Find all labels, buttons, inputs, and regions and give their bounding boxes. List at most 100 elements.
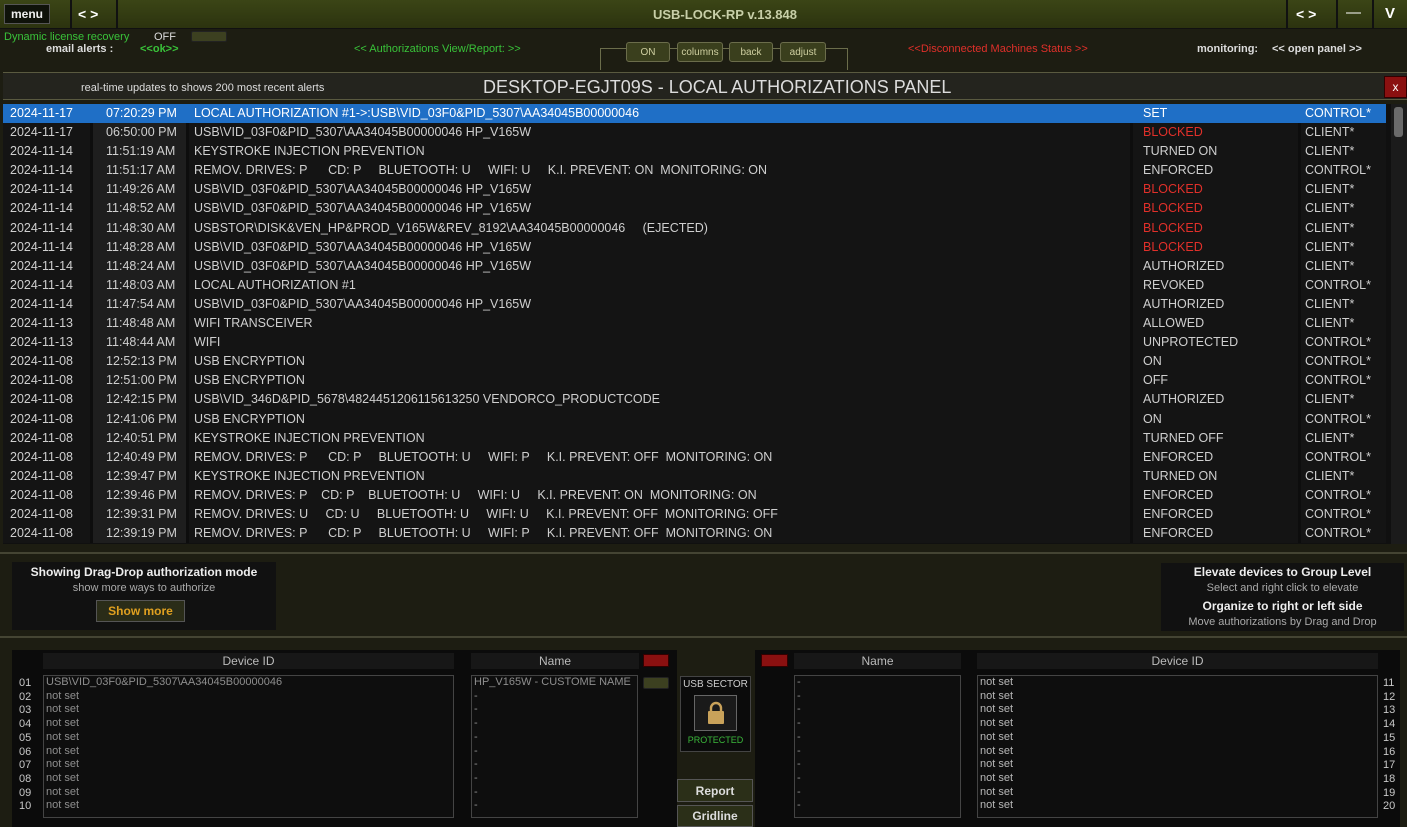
nav-left-arrows[interactable]: < > <box>78 6 98 22</box>
table-row[interactable]: 2024-11-08 12:39:47 PM KEYSTROKE INJECTION… <box>3 466 1391 486</box>
name-slot[interactable]: - <box>797 731 960 745</box>
menu-button[interactable]: menu <box>4 4 50 24</box>
name-slot[interactable]: - <box>797 758 960 772</box>
table-row[interactable]: 2024-11-14 11:49:26 AM USB\VID_03F0&PID_53… <box>3 180 1391 200</box>
panel-close-button[interactable]: x <box>1384 76 1407 98</box>
tab-columns[interactable]: columns <box>677 42 723 62</box>
nav-right-arrows[interactable]: < > <box>1296 6 1316 22</box>
license-recovery-toggle[interactable] <box>191 31 227 42</box>
name-slot[interactable]: - <box>797 717 960 731</box>
right-device-id-list[interactable]: not set not set not set not set not set not s… <box>977 675 1378 818</box>
name-slot[interactable]: - <box>474 799 637 813</box>
time-cell: 11:48:28 AM <box>90 237 189 257</box>
device-slot[interactable]: not set <box>980 703 1377 717</box>
device-slot[interactable]: not set <box>980 758 1377 772</box>
right-clear-button[interactable] <box>761 654 788 667</box>
name-slot[interactable]: - <box>474 703 637 717</box>
gridline-button[interactable]: Gridline <box>677 805 753 827</box>
name-slot[interactable]: - <box>474 786 637 800</box>
table-row[interactable]: 2024-11-08 12:42:15 PM USB\VID_346D&PID_56… <box>3 390 1391 410</box>
device-slot[interactable]: USB\VID_03F0&PID_5307\AA34045B00000046 <box>46 676 453 690</box>
left-name-list[interactable]: HP_V165W - CUSTOME NAME - - - - - - - - - <box>471 675 638 818</box>
alerts-scrollbar[interactable] <box>1391 104 1407 544</box>
tab-adjust[interactable]: adjust <box>780 42 826 62</box>
table-row[interactable]: 2024-11-14 11:48:28 AM USB\VID_03F0&PID_53… <box>3 237 1391 257</box>
table-row[interactable]: 2024-11-13 11:48:48 AM WIFI TRANSCEIVER ALL… <box>3 314 1391 334</box>
device-slot[interactable]: not set <box>46 731 453 745</box>
scrollbar-thumb[interactable] <box>1394 107 1403 137</box>
device-slot[interactable]: not set <box>980 717 1377 731</box>
name-slot[interactable]: - <box>797 690 960 704</box>
table-row[interactable]: 2024-11-08 12:39:31 PM REMOV. DRIVES: U CD… <box>3 504 1391 525</box>
table-row[interactable]: 2024-11-08 12:52:13 PM USB ENCRYPTION ON CON… <box>3 352 1391 372</box>
device-slot[interactable]: not set <box>46 745 453 759</box>
name-slot[interactable]: - <box>797 786 960 800</box>
name-slot[interactable]: - <box>797 772 960 786</box>
name-slot[interactable]: - <box>797 703 960 717</box>
name-slot[interactable]: - <box>797 676 960 690</box>
date-cell: 2024-11-08 <box>3 352 90 372</box>
table-row[interactable]: 2024-11-14 11:47:54 AM USB\VID_03F0&PID_53… <box>3 294 1391 315</box>
device-slot[interactable]: not set <box>46 758 453 772</box>
table-row[interactable]: 2024-11-14 11:48:03 AM LOCAL AUTHORIZATION… <box>3 275 1391 295</box>
status-cell: SET <box>1130 104 1301 124</box>
dragdrop-subtitle: show more ways to authorize <box>72 582 216 594</box>
disconnected-machines-link[interactable]: <<Disconnected Machines Status >> <box>908 43 1088 55</box>
table-row[interactable]: 2024-11-08 12:51:00 PM USB ENCRYPTION OFF CO… <box>3 371 1391 391</box>
tab-on[interactable]: ON <box>626 42 670 62</box>
table-row[interactable]: 2024-11-14 11:48:30 AM USBSTOR\DISK&VEN_HP… <box>3 218 1391 238</box>
table-row[interactable]: 2024-11-13 11:48:44 AM WIFI UNPROTECTED CONT… <box>3 333 1391 353</box>
table-row[interactable]: 2024-11-14 11:48:52 AM USB\VID_03F0&PID_53… <box>3 199 1391 219</box>
name-slot[interactable]: - <box>474 731 637 745</box>
table-row[interactable]: 2024-11-08 12:39:46 PM REMOV. DRIVES: P CD… <box>3 485 1391 505</box>
device-slot[interactable]: not set <box>46 690 453 704</box>
device-slot[interactable]: not set <box>980 799 1377 813</box>
name-slot[interactable]: - <box>474 717 637 731</box>
device-slot[interactable]: not set <box>980 772 1377 786</box>
right-name-list[interactable]: ---------- <box>794 675 961 818</box>
device-slot[interactable]: not set <box>46 786 453 800</box>
device-slot[interactable]: not set <box>980 690 1377 704</box>
table-row[interactable]: 2024-11-17 07:20:29 PM LOCAL AUTHORIZATION… <box>3 104 1391 124</box>
name-slot[interactable]: - <box>474 758 637 772</box>
monitoring-open-panel-link[interactable]: << open panel >> <box>1272 43 1362 55</box>
tab-back[interactable]: back <box>729 42 773 62</box>
table-row[interactable]: 2024-11-17 06:50:00 PM USB\VID_03F0&PID_53… <box>3 123 1391 143</box>
show-more-button[interactable]: Show more <box>96 600 185 622</box>
name-slot[interactable]: - <box>797 745 960 759</box>
table-row[interactable]: 2024-11-14 11:48:24 AM USB\VID_03F0&PID_53… <box>3 256 1391 276</box>
device-slot[interactable]: not set <box>980 745 1377 759</box>
device-slot[interactable]: not set <box>46 717 453 731</box>
left-clear-button[interactable] <box>643 654 669 667</box>
table-row[interactable]: 2024-11-08 12:40:51 PM KEYSTROKE INJECTION… <box>3 428 1391 448</box>
name-slot[interactable]: - <box>474 690 637 704</box>
table-row[interactable]: 2024-11-08 12:39:19 PM REMOV. DRIVES: P CD… <box>3 524 1391 544</box>
name-slot[interactable]: - <box>797 799 960 813</box>
table-row[interactable]: 2024-11-08 12:41:06 PM USB ENCRYPTION ON CON… <box>3 409 1391 429</box>
left-row-toggle[interactable] <box>643 677 669 689</box>
date-cell: 2024-11-13 <box>3 333 90 353</box>
table-row[interactable]: 2024-11-08 12:40:49 PM REMOV. DRIVES: P CD… <box>3 447 1391 467</box>
table-row[interactable]: 2024-11-14 11:51:17 AM REMOV. DRIVES: P CD… <box>3 161 1391 181</box>
device-slot[interactable]: not set <box>980 786 1377 800</box>
name-slot[interactable]: - <box>474 745 637 759</box>
usb-sector-lock-button[interactable] <box>694 695 737 731</box>
minimize-button[interactable]: — <box>1346 4 1361 21</box>
table-row[interactable]: 2024-11-14 11:51:19 AM KEYSTROKE INJECTION… <box>3 142 1391 162</box>
left-device-id-list[interactable]: USB\VID_03F0&PID_5307\AA34045B00000046 no… <box>43 675 454 818</box>
status-cell: BLOCKED <box>1130 218 1301 238</box>
device-slot[interactable]: not set <box>980 731 1377 745</box>
report-button[interactable]: Report <box>677 779 753 802</box>
expand-button[interactable]: V <box>1385 5 1395 22</box>
status-cell: BLOCKED <box>1130 180 1301 200</box>
email-alerts-link[interactable]: <<ok>> <box>140 43 179 55</box>
lock-icon <box>707 701 724 724</box>
authorizations-view-link[interactable]: << Authorizations View/Report: >> <box>354 43 521 55</box>
device-slot[interactable]: not set <box>980 676 1377 690</box>
name-slot[interactable]: HP_V165W - CUSTOME NAME <box>474 676 637 690</box>
device-slot[interactable]: not set <box>46 703 453 717</box>
name-slot[interactable]: - <box>474 772 637 786</box>
device-slot[interactable]: not set <box>46 799 453 813</box>
device-slot[interactable]: not set <box>46 772 453 786</box>
left-name-header: Name <box>471 653 639 669</box>
